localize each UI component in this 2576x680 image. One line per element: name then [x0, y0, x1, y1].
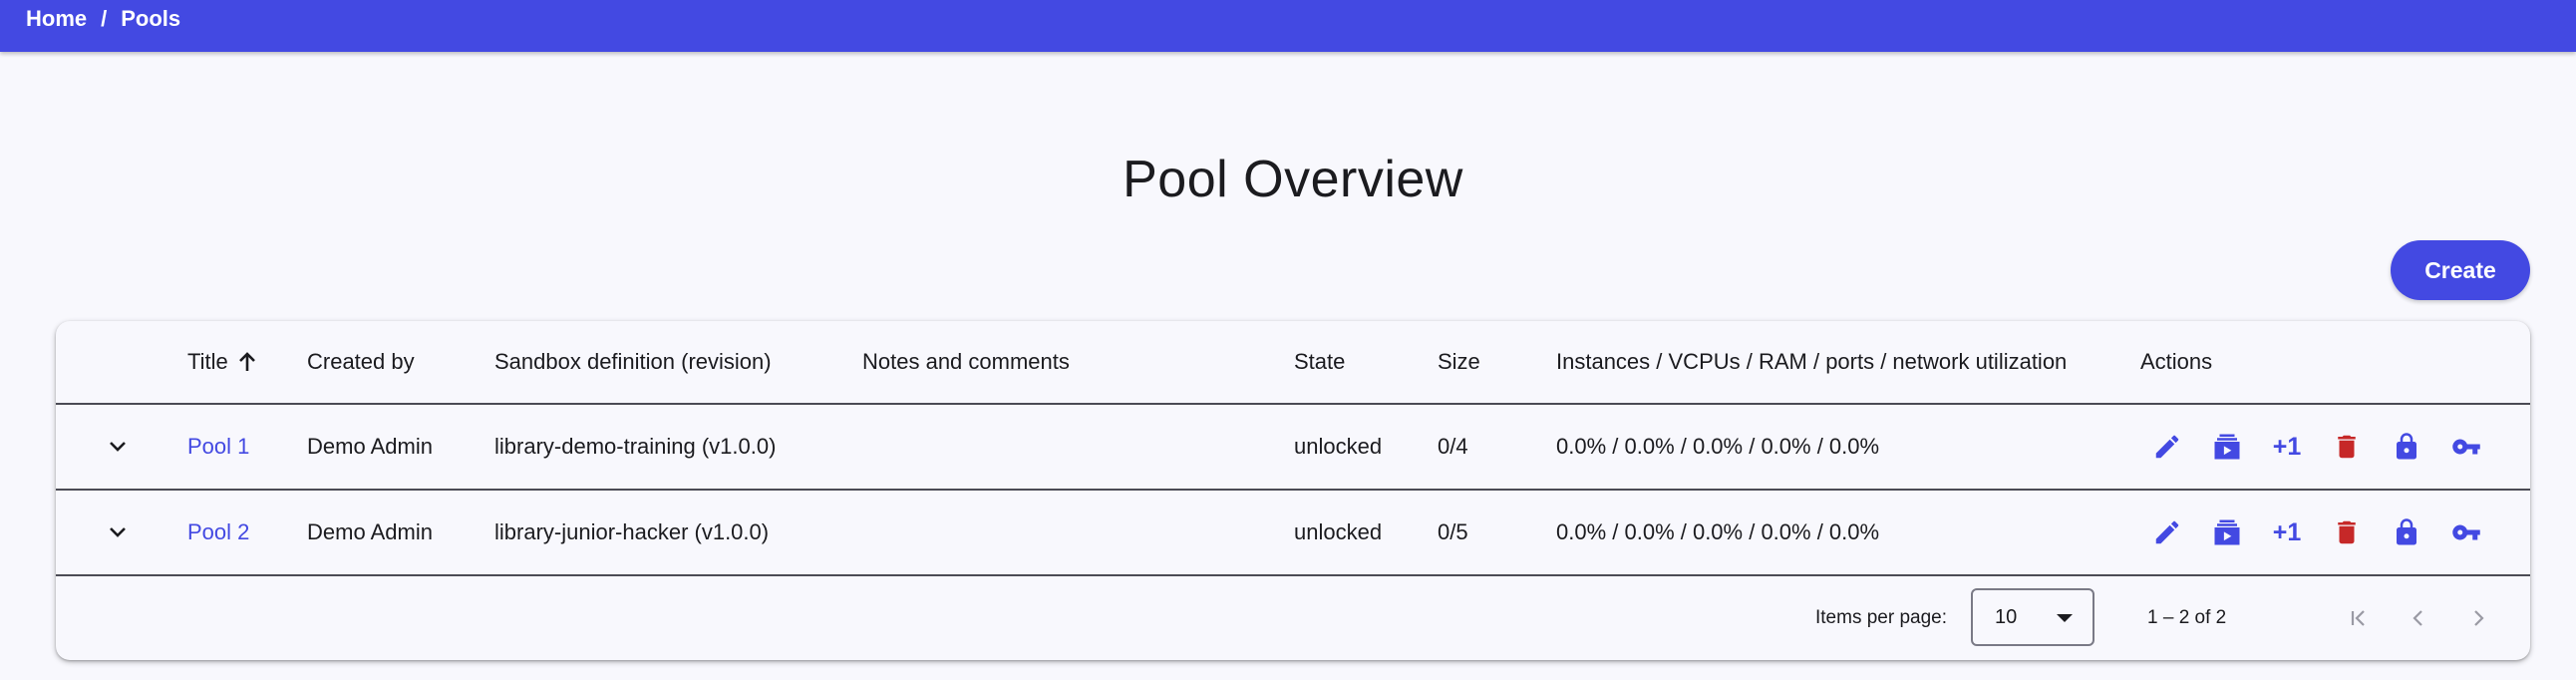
breadcrumb-current: Pools — [121, 6, 181, 31]
edit-icon[interactable] — [2137, 509, 2197, 556]
column-header-size: Size — [1438, 349, 1480, 374]
state-cell: unlocked — [1294, 519, 1383, 544]
expand-cell — [98, 405, 138, 489]
lock-icon[interactable] — [2377, 423, 2436, 471]
plus-one-label: +1 — [2272, 432, 2302, 461]
pools-table: Title Created by Sandbox definition (rev… — [56, 321, 2530, 660]
row-actions: +1 — [2137, 405, 2496, 489]
utilization-cell: 0.0% / 0.0% / 0.0% / 0.0% / 0.0% — [1556, 434, 1880, 459]
key-icon[interactable] — [2436, 423, 2496, 471]
column-header-state: State — [1294, 349, 1346, 374]
pool-title-link[interactable]: Pool 2 — [187, 519, 249, 545]
utilization-cell: 0.0% / 0.0% / 0.0% / 0.0% / 0.0% — [1556, 519, 1880, 544]
items-per-page-label: Items per page: — [1815, 607, 1948, 628]
breadcrumb: Home / Pools — [26, 6, 180, 32]
previous-page-icon[interactable] — [2395, 594, 2442, 642]
sandbox-definition-cell: library-junior-hacker (v1.0.0) — [494, 519, 770, 544]
items-per-page-select[interactable]: 10 — [1971, 588, 2094, 646]
column-header-actions: Actions — [2140, 349, 2213, 374]
last-page-icon[interactable] — [2514, 594, 2530, 642]
key-icon[interactable] — [2436, 509, 2496, 556]
state-cell: unlocked — [1294, 434, 1383, 459]
allocate-icon[interactable] — [2197, 423, 2257, 471]
breadcrumb-separator: / — [101, 6, 108, 31]
breadcrumb-home-link[interactable]: Home — [26, 6, 87, 32]
plus-one-label: +1 — [2272, 517, 2302, 546]
column-header-title[interactable]: Title — [187, 321, 256, 403]
row-actions: +1 — [2137, 491, 2496, 574]
chevron-down-icon[interactable] — [98, 427, 138, 467]
first-page-icon[interactable] — [2335, 594, 2383, 642]
page-title: Pool Overview — [1123, 151, 1463, 208]
lock-icon[interactable] — [2377, 509, 2436, 556]
paginator: Items per page: 10 1 – 2 of 2 — [56, 576, 2530, 660]
create-button[interactable]: Create — [2391, 240, 2530, 300]
table-row: Pool 2 Demo Admin library-junior-hacker … — [56, 491, 2530, 576]
add-one-sandbox-button[interactable]: +1 — [2257, 423, 2317, 471]
column-header-created-by: Created by — [307, 349, 415, 374]
size-cell: 0/4 — [1438, 434, 1468, 459]
edit-icon[interactable] — [2137, 423, 2197, 471]
table-header-row: Title Created by Sandbox definition (rev… — [56, 321, 2530, 405]
sandbox-definition-cell: library-demo-training (v1.0.0) — [494, 434, 777, 459]
created-by-cell: Demo Admin — [307, 519, 433, 544]
size-cell: 0/5 — [1438, 519, 1468, 544]
chevron-down-icon[interactable] — [98, 512, 138, 552]
delete-icon[interactable] — [2317, 423, 2377, 471]
expand-cell — [98, 491, 138, 574]
add-one-sandbox-button[interactable]: +1 — [2257, 509, 2317, 556]
delete-icon[interactable] — [2317, 509, 2377, 556]
table-row: Pool 1 Demo Admin library-demo-training … — [56, 405, 2530, 491]
items-per-page-value: 10 — [1995, 605, 2018, 628]
top-bar: Home / Pools — [0, 0, 2576, 52]
column-header-utilization: Instances / VCPUs / RAM / ports / networ… — [1556, 349, 2068, 374]
allocate-icon[interactable] — [2197, 509, 2257, 556]
page-range-label: 1 – 2 of 2 — [2147, 607, 2227, 628]
column-header-notes: Notes and comments — [862, 349, 1070, 374]
created-by-cell: Demo Admin — [307, 434, 433, 459]
column-header-title-label: Title — [187, 349, 228, 374]
column-header-sandbox-definition: Sandbox definition (revision) — [494, 349, 772, 374]
dropdown-arrow-icon — [2057, 614, 2073, 622]
pool-title-link[interactable]: Pool 1 — [187, 434, 249, 460]
arrow-up-icon — [238, 352, 256, 372]
next-page-icon[interactable] — [2454, 594, 2502, 642]
